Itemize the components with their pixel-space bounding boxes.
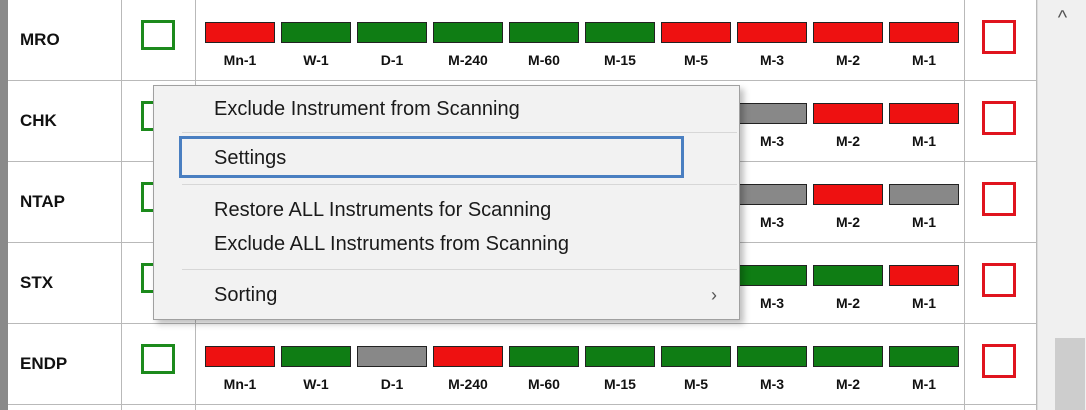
instrument-symbol: NTAP xyxy=(20,192,66,211)
menu-item-label: Restore ALL Instruments for Scanning xyxy=(214,199,552,221)
timeframe-bar xyxy=(813,265,883,286)
timeframe-bar xyxy=(585,22,655,43)
timeframe-bar xyxy=(585,346,655,367)
menu-item-exclude-instrument[interactable]: Exclude Instrument from Scanning xyxy=(154,92,739,126)
timeframe-label: D-1 xyxy=(380,52,404,68)
timeframe-label: W-1 xyxy=(303,376,329,392)
timeframe-label: M-3 xyxy=(759,133,785,149)
table-row[interactable]: ENDP Mn-1 W-1 D-1 M-240 M-60 M-15 M-5 M-3 M-2 M-1 xyxy=(8,324,1037,405)
timeframe-label: M-3 xyxy=(759,376,785,392)
timeframe-bar xyxy=(813,103,883,124)
timeframe-label: M-3 xyxy=(759,214,785,230)
menu-separator xyxy=(182,132,737,133)
timeframe-bar xyxy=(813,22,883,43)
timeframe-label: M-5 xyxy=(683,52,709,68)
menu-item-exclude-all[interactable]: Exclude ALL Instruments from Scanning xyxy=(154,227,739,261)
instrument-symbol: STX xyxy=(20,273,54,292)
timeframe-bar xyxy=(357,346,427,367)
timeframe-bar xyxy=(737,265,807,286)
timeframe-label: Mn-1 xyxy=(223,52,257,68)
green-checkbox[interactable] xyxy=(141,20,175,50)
scroll-thumb[interactable] xyxy=(1055,338,1085,410)
timeframe-bar xyxy=(737,184,807,205)
timeframe-bar xyxy=(661,346,731,367)
timeframe-bars: Mn-1 W-1 D-1 M-240 M-60 M-15 M-5 M-3 M-2 M-1 xyxy=(205,22,965,72)
timeframe-label: M-2 xyxy=(835,133,861,149)
timeframe-label: M-5 xyxy=(683,376,709,392)
timeframe-label: M-1 xyxy=(911,295,937,311)
timeframe-label: Mn-1 xyxy=(223,376,257,392)
timeframe-label: M-3 xyxy=(759,295,785,311)
scanner-panel: MRO Mn-1 W-1 D-1 M-240 M-60 M-15 M-5 M-3 M-2 M-1 CH… xyxy=(0,0,1086,410)
timeframe-bar xyxy=(889,184,959,205)
instrument-symbol: ENDP xyxy=(20,354,68,373)
red-checkbox[interactable] xyxy=(982,344,1016,378)
red-checkbox[interactable] xyxy=(982,182,1016,216)
menu-item-label: Settings xyxy=(214,147,287,169)
timeframe-label: M-3 xyxy=(759,52,785,68)
timeframe-bar xyxy=(509,346,579,367)
timeframe-bar xyxy=(433,346,503,367)
timeframe-label: M-240 xyxy=(448,376,488,392)
timeframe-bars: Mn-1 W-1 D-1 M-240 M-60 M-15 M-5 M-3 M-2 M-1 xyxy=(205,346,965,396)
timeframe-label: M-240 xyxy=(448,52,488,68)
timeframe-bar xyxy=(433,22,503,43)
timeframe-bar xyxy=(737,22,807,43)
left-splitter[interactable] xyxy=(0,0,8,410)
timeframe-bar xyxy=(281,346,351,367)
red-checkbox[interactable] xyxy=(982,101,1016,135)
menu-item-sorting[interactable]: Sorting › xyxy=(154,278,739,312)
menu-separator xyxy=(182,269,737,270)
timeframe-label: M-2 xyxy=(835,52,861,68)
timeframe-bar xyxy=(281,22,351,43)
timeframe-bar xyxy=(509,22,579,43)
timeframe-bar xyxy=(205,22,275,43)
timeframe-label: D-1 xyxy=(380,376,404,392)
menu-item-restore-all[interactable]: Restore ALL Instruments for Scanning xyxy=(154,193,739,227)
timeframe-bar xyxy=(357,22,427,43)
timeframe-label: M-2 xyxy=(835,214,861,230)
timeframe-bar xyxy=(813,184,883,205)
table-row[interactable]: MRO Mn-1 W-1 D-1 M-240 M-60 M-15 M-5 M-3 M-2 M-1 xyxy=(8,0,1037,81)
timeframe-bar xyxy=(889,103,959,124)
timeframe-label: W-1 xyxy=(303,52,329,68)
timeframe-bar xyxy=(889,22,959,43)
instrument-symbol: MRO xyxy=(20,30,60,49)
vertical-scrollbar[interactable]: ^ xyxy=(1037,0,1086,410)
menu-item-label: Sorting xyxy=(214,284,278,306)
instrument-symbol: CHK xyxy=(20,111,57,130)
menu-item-label: Exclude Instrument from Scanning xyxy=(214,98,520,120)
timeframe-label: M-60 xyxy=(528,376,560,392)
scroll-up-arrow-icon[interactable]: ^ xyxy=(1038,0,1086,36)
menu-item-label: Exclude ALL Instruments from Scanning xyxy=(214,233,569,255)
timeframe-label: M-1 xyxy=(911,52,937,68)
chevron-right-icon: › xyxy=(711,285,717,305)
menu-item-settings[interactable]: Settings xyxy=(154,141,739,175)
red-checkbox[interactable] xyxy=(982,263,1016,297)
timeframe-label: M-15 xyxy=(604,52,636,68)
timeframe-label: M-60 xyxy=(528,52,560,68)
timeframe-label: M-1 xyxy=(911,376,937,392)
timeframe-bar xyxy=(205,346,275,367)
timeframe-label: M-1 xyxy=(911,214,937,230)
timeframe-label: M-15 xyxy=(604,376,636,392)
timeframe-bar xyxy=(889,346,959,367)
timeframe-label: M-2 xyxy=(835,376,861,392)
timeframe-bar xyxy=(737,346,807,367)
timeframe-bar xyxy=(889,265,959,286)
timeframe-label: M-2 xyxy=(835,295,861,311)
green-checkbox[interactable] xyxy=(141,344,175,374)
timeframe-label: M-1 xyxy=(911,133,937,149)
menu-separator xyxy=(182,184,737,185)
timeframe-bar xyxy=(737,103,807,124)
timeframe-bar xyxy=(661,22,731,43)
context-menu: Exclude Instrument from Scanning Settings… xyxy=(153,85,740,320)
timeframe-bar xyxy=(813,346,883,367)
red-checkbox[interactable] xyxy=(982,20,1016,54)
